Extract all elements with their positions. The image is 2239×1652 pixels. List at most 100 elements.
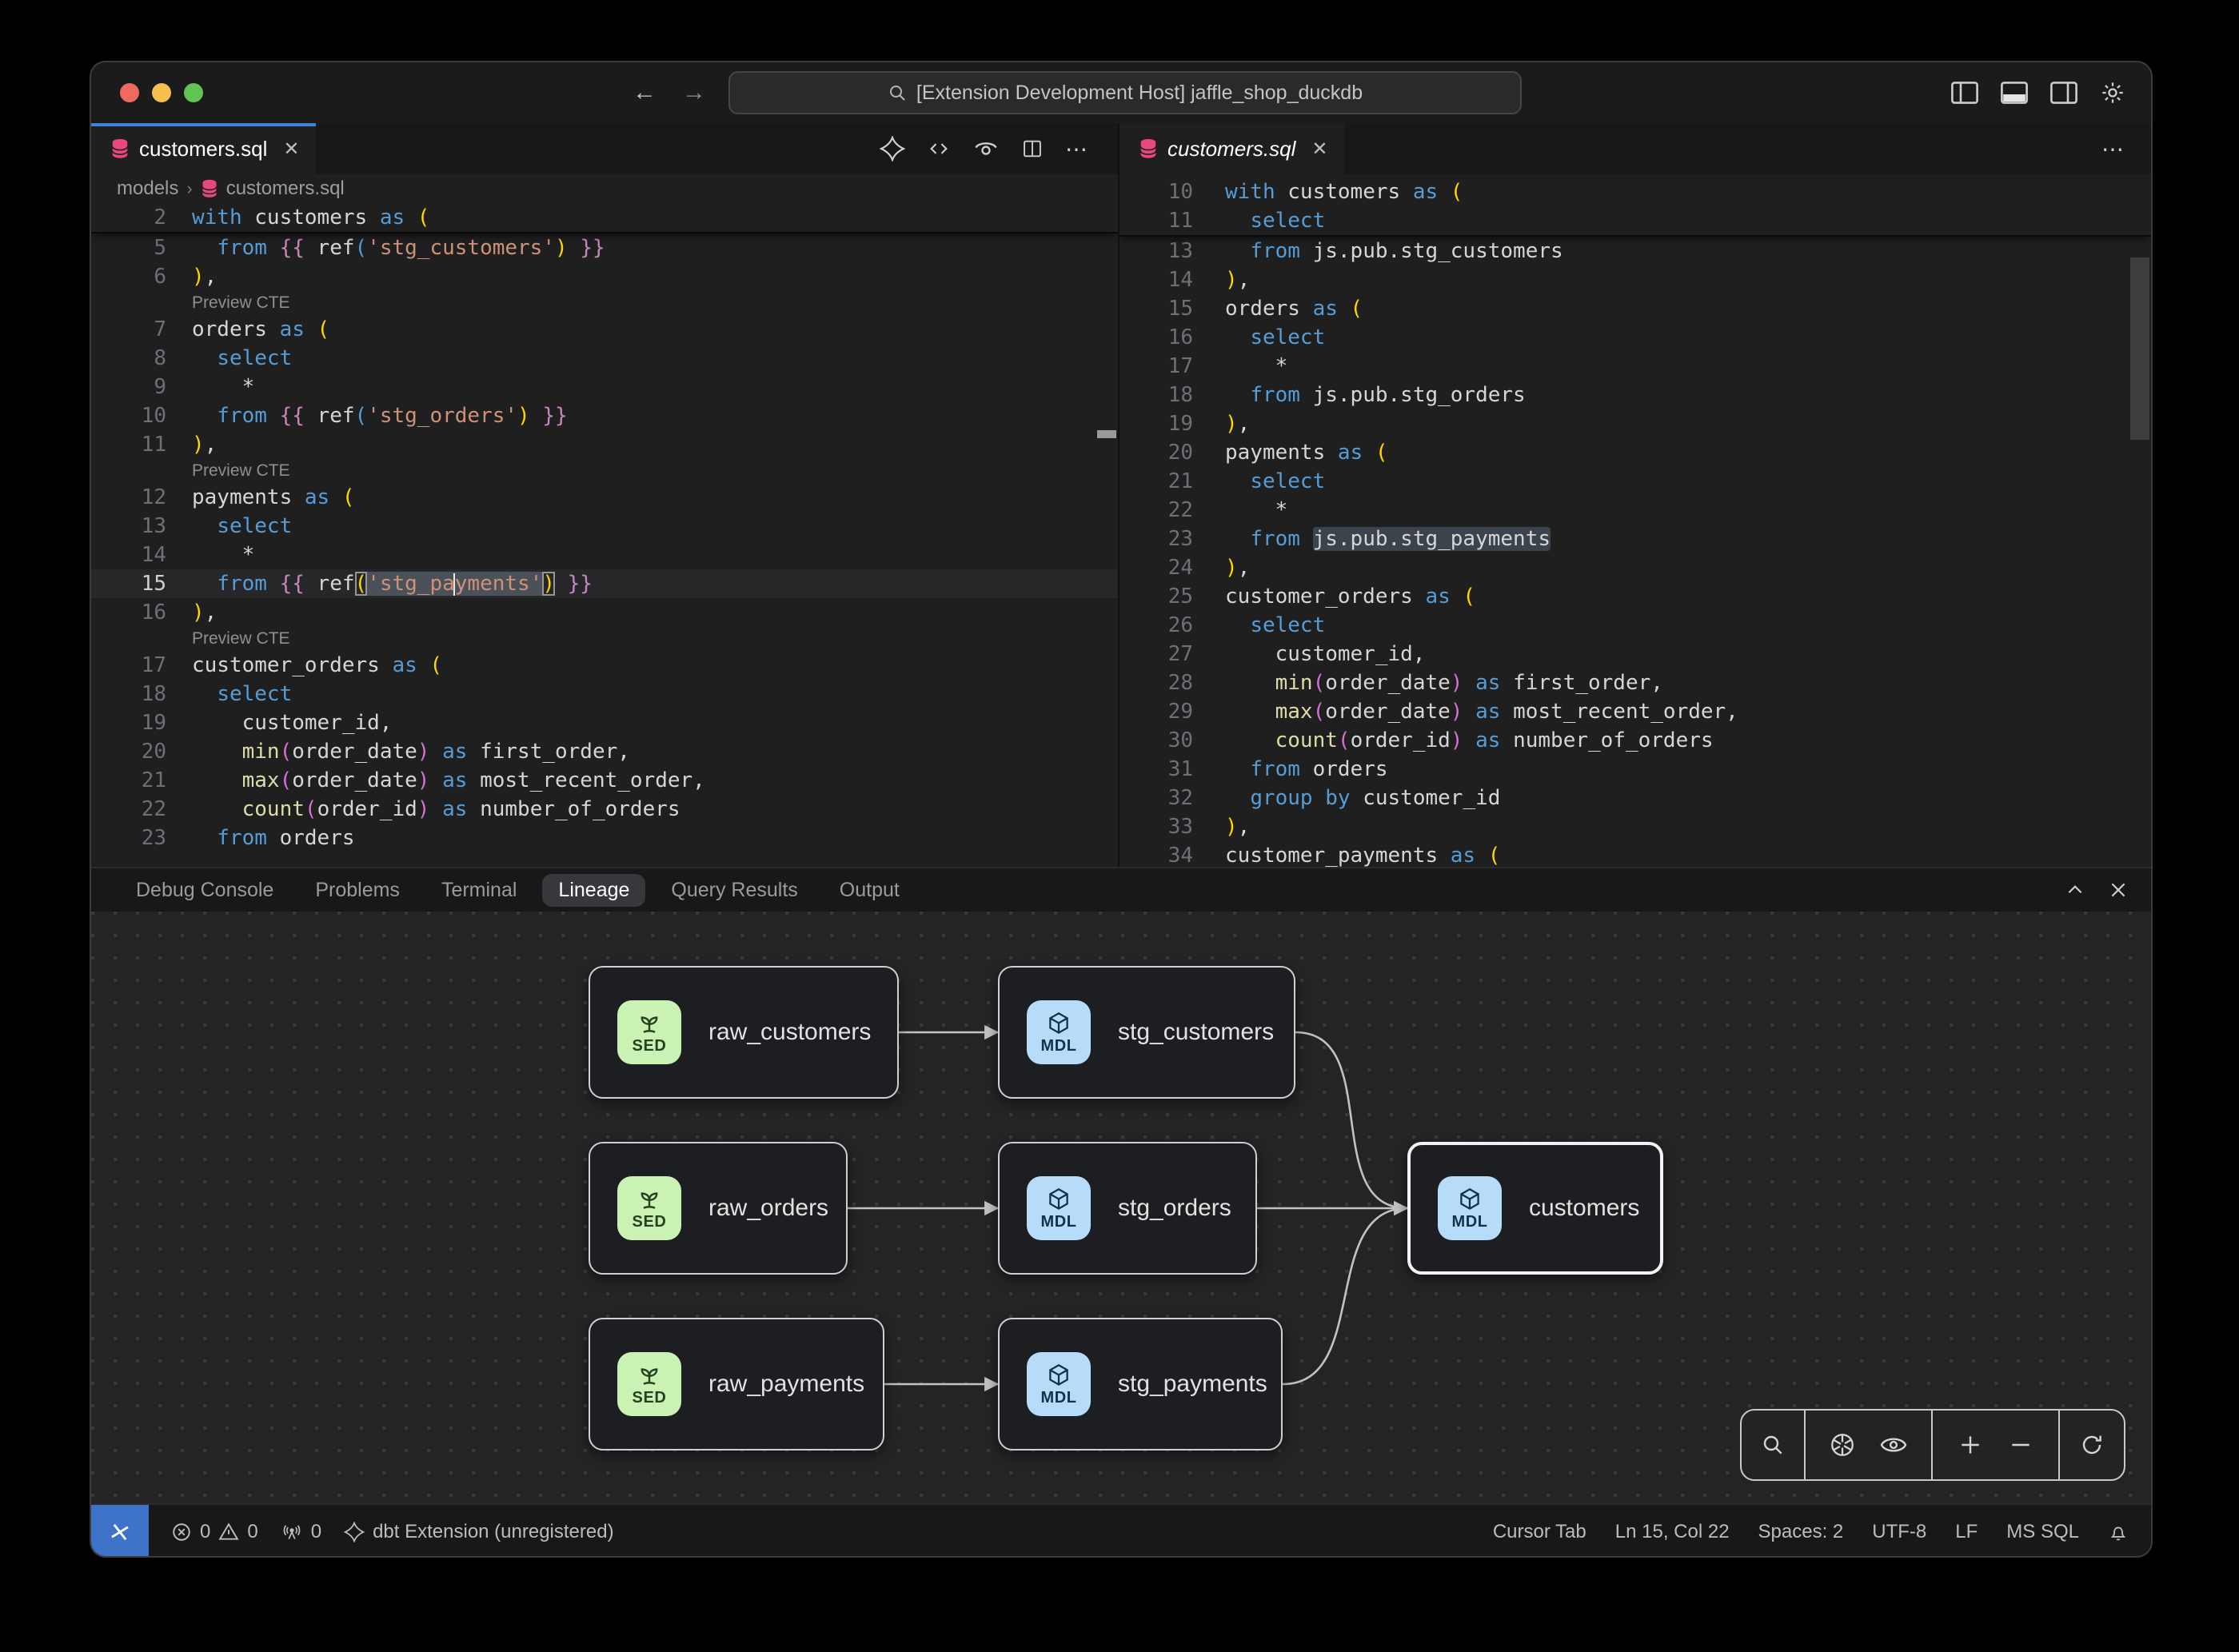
panel-tab-lineage[interactable]: Lineage <box>542 874 645 907</box>
code-line: 20 min(order_date) as first_order, <box>91 737 1118 766</box>
code-line: 21 select <box>1120 467 2151 496</box>
compiled-code-icon[interactable] <box>926 138 952 160</box>
zoom-in-icon[interactable] <box>1958 1432 1983 1458</box>
cursor-tab-status[interactable]: Cursor Tab <box>1493 1521 1586 1543</box>
lineage-node-raw_payments[interactable]: SEDraw_payments <box>589 1318 884 1450</box>
search-icon[interactable] <box>1760 1432 1786 1458</box>
editor-area: models › customers.sql 2with customers a… <box>91 174 2151 867</box>
back-icon[interactable]: ← <box>633 79 657 106</box>
close-panel-icon[interactable] <box>2108 880 2129 900</box>
node-label: raw_customers <box>708 1019 871 1046</box>
badge-label: SED <box>633 1213 667 1231</box>
warning-icon <box>218 1522 239 1542</box>
line-col-status[interactable]: Ln 15, Col 22 <box>1615 1521 1730 1543</box>
code-line: 19 customer_id, <box>91 708 1118 737</box>
code-lines: 5 from {{ ref('stg_customers') }}6),Prev… <box>91 233 1118 852</box>
editor-more-actions-icon[interactable]: ⋯ <box>2101 136 2125 162</box>
code-lines: 13 from js.pub.stg_customers14),15orders… <box>1120 237 2151 867</box>
zoom-window-button[interactable] <box>184 83 203 102</box>
toolbar-cell <box>1804 1411 1931 1479</box>
code-line: 20payments as ( <box>1120 438 2151 467</box>
bell-icon[interactable] <box>2108 1521 2129 1543</box>
node-type-badge: MDL <box>1027 1352 1091 1416</box>
cube-icon <box>1456 1186 1483 1213</box>
preview-eye-icon[interactable] <box>972 138 1000 160</box>
split-editor-icon[interactable] <box>1020 138 1044 160</box>
settings-gear-icon[interactable] <box>2100 80 2125 106</box>
code-line: 13 select <box>91 512 1118 541</box>
search-icon <box>888 83 907 102</box>
code-line: 16 select <box>1120 323 2151 352</box>
codelens-preview-cte[interactable]: Preview CTE <box>91 459 1118 483</box>
panel-tab-query-results[interactable]: Query Results <box>671 879 797 902</box>
editor-source[interactable]: models › customers.sql 2with customers a… <box>91 174 1118 867</box>
lineage-node-stg_customers[interactable]: MDLstg_customers <box>998 966 1295 1099</box>
toggle-primary-sidebar-icon[interactable] <box>1951 82 1978 104</box>
code-line: 22 count(order_id) as number_of_orders <box>91 795 1118 824</box>
eol-status[interactable]: LF <box>1955 1521 1978 1543</box>
status-bar-right: Cursor Tab Ln 15, Col 22 Spaces: 2 UTF-8… <box>1493 1521 2151 1543</box>
breadcrumb-file[interactable]: customers.sql <box>226 178 345 200</box>
node-type-badge: SED <box>617 1000 681 1064</box>
cube-icon <box>1045 1362 1072 1389</box>
tab-customers-sql-right[interactable]: customers.sql ✕ <box>1120 123 1344 174</box>
node-type-badge: SED <box>617 1176 681 1240</box>
active-tab-indicator <box>91 123 316 126</box>
breadcrumb[interactable]: models › customers.sql <box>91 174 1118 203</box>
panel-tab-debug-console[interactable]: Debug Console <box>136 879 273 902</box>
aperture-icon[interactable] <box>1829 1431 1856 1458</box>
code-line: 11), <box>91 430 1118 459</box>
panel-tab-output[interactable]: Output <box>840 879 900 902</box>
command-center[interactable]: [Extension Development Host] jaffle_shop… <box>728 71 1522 114</box>
remote-indicator[interactable] <box>91 1505 149 1558</box>
language-status[interactable]: MS SQL <box>2006 1521 2079 1543</box>
close-tab-icon[interactable]: ✕ <box>1311 138 1327 161</box>
tab-customers-sql-left[interactable]: customers.sql ✕ <box>91 123 316 174</box>
code-line: 5 from {{ ref('stg_customers') }} <box>91 233 1118 262</box>
toggle-secondary-sidebar-icon[interactable] <box>2050 82 2077 104</box>
panel-tab-terminal[interactable]: Terminal <box>441 879 517 902</box>
breadcrumb-folder[interactable]: models <box>117 178 178 200</box>
chevron-up-icon[interactable] <box>2065 880 2085 900</box>
code-line: 28 min(order_date) as first_order, <box>1120 668 2151 697</box>
editor-more-actions-icon[interactable]: ⋯ <box>1065 136 1089 162</box>
problems-status[interactable]: 0 0 <box>171 1521 258 1543</box>
cube-icon <box>1045 1186 1072 1213</box>
node-label: raw_payments <box>708 1371 864 1398</box>
lineage-node-customers[interactable]: MDLcustomers <box>1407 1142 1663 1275</box>
code-line: 19), <box>1120 409 2151 438</box>
zoom-out-icon[interactable] <box>2008 1432 2033 1458</box>
encoding-status[interactable]: UTF-8 <box>1872 1521 1926 1543</box>
close-tab-icon[interactable]: ✕ <box>283 138 299 161</box>
refresh-icon[interactable] <box>2079 1432 2105 1458</box>
code-line: 10with customers as ( <box>1120 178 2151 206</box>
node-type-badge: MDL <box>1027 1000 1091 1064</box>
codelens-preview-cte[interactable]: Preview CTE <box>91 627 1118 651</box>
panel-tab-problems[interactable]: Problems <box>315 879 400 902</box>
lineage-canvas[interactable]: SED raw_customers MDLstg_customers SEDraw_o… <box>91 912 2151 1503</box>
lineage-node-stg_orders[interactable]: MDLstg_orders <box>998 1142 1257 1275</box>
scrollbar-thumb[interactable] <box>2130 257 2149 440</box>
code-line: 31 from orders <box>1120 755 2151 784</box>
close-window-button[interactable] <box>120 83 139 102</box>
dbt-extension-status[interactable]: dbt Extension (unregistered) <box>344 1521 614 1543</box>
database-file-icon <box>1139 138 1158 159</box>
tab-label: customers.sql <box>1167 137 1295 162</box>
indentation-status[interactable]: Spaces: 2 <box>1758 1521 1844 1543</box>
lineage-node-stg_payments[interactable]: MDLstg_payments <box>998 1318 1283 1450</box>
code-line: 14), <box>1120 265 2151 294</box>
codelens-preview-cte[interactable]: Preview CTE <box>91 291 1118 315</box>
editor-compiled[interactable]: 10with customers as (11 select 13 from j… <box>1118 174 2151 867</box>
ports-status[interactable]: 0 <box>281 1521 321 1543</box>
forward-icon[interactable]: → <box>682 79 706 106</box>
lineage-node-raw_orders[interactable]: SEDraw_orders <box>589 1142 848 1275</box>
lineage-node-raw_customers[interactable]: SED raw_customers <box>589 966 899 1099</box>
toggle-panel-icon[interactable] <box>2001 82 2028 104</box>
dbt-logo-icon[interactable] <box>880 136 905 162</box>
dbt-logo-icon <box>344 1522 365 1542</box>
badge-label: MDL <box>1040 1213 1076 1231</box>
eye-icon[interactable] <box>1879 1433 1908 1457</box>
code-line: 14 * <box>91 541 1118 569</box>
minimize-window-button[interactable] <box>152 83 171 102</box>
tab-group-left: customers.sql ✕ ⋯ <box>91 123 1118 174</box>
